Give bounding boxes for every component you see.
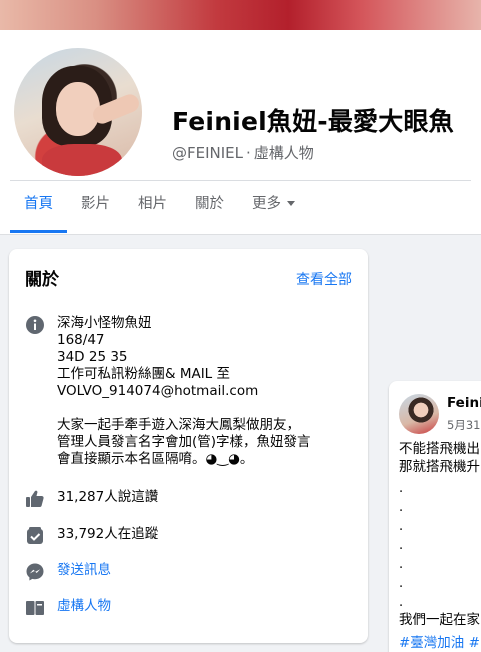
page-category[interactable]: 虛構人物 <box>254 144 314 162</box>
followers-count: 33,792人在追蹤 <box>57 526 159 542</box>
post-dot: . <box>399 538 404 553</box>
profile-avatar[interactable] <box>10 44 146 180</box>
likes-row: 31,287人說這讚 <box>25 489 158 509</box>
post-avatar[interactable] <box>399 394 439 434</box>
description-line: 大家一起手牽手遊入深海大鳳梨做朋友， <box>57 417 300 433</box>
separator: · <box>246 144 251 162</box>
post-card: Feiniel 5月31 不能搭飛機出 那就搭飛機升 . . . . . . .… <box>389 381 481 652</box>
thumbs-up-icon <box>25 489 45 509</box>
post-text-line: 不能搭飛機出 <box>399 441 480 457</box>
description-row: 大家一起手牽手遊入深海大鳳梨做朋友， 管理人員發言名字會加(管)字樣，魚妞發言 … <box>57 417 311 468</box>
description-line: 會直接顯示本名區隔唷。◕‿◕。 <box>57 451 254 467</box>
messenger-icon <box>25 562 45 582</box>
message-row[interactable]: 發送訊息 <box>25 562 111 582</box>
post-dot: . <box>399 481 404 496</box>
intro-line: 深海小怪物魚妞 <box>57 315 152 331</box>
category-link[interactable]: 虛構人物 <box>57 598 111 615</box>
page-subtitle: @FEINIEL · 虛構人物 <box>172 142 314 163</box>
post-date[interactable]: 5月31 <box>447 417 480 433</box>
header-divider <box>10 180 471 181</box>
category-row[interactable]: 虛構人物 <box>25 598 111 618</box>
intro-line: VOLVO_914074@hotmail.com <box>57 383 259 399</box>
see-all-link[interactable]: 查看全部 <box>296 269 352 289</box>
about-title: 關於 <box>25 270 59 290</box>
cover-photo[interactable] <box>0 0 481 30</box>
intro-line: 工作可私訊粉絲團& MAIL 至 <box>57 366 230 382</box>
likes-count: 31,287人說這讚 <box>57 489 159 505</box>
page-handle[interactable]: @FEINIEL <box>172 144 243 162</box>
description-line: 管理人員發言名字會加(管)字樣，魚妞發言 <box>57 434 311 450</box>
followers-row: 33,792人在追蹤 <box>25 526 158 546</box>
chevron-down-icon <box>287 200 295 206</box>
tab-home[interactable]: 首頁 <box>10 185 67 233</box>
post-text-line: 那就搭飛機升 <box>399 459 480 475</box>
book-icon <box>25 598 45 618</box>
tab-about[interactable]: 關於 <box>181 185 238 233</box>
post-author[interactable]: Feiniel <box>447 395 481 411</box>
post-dot: . <box>399 500 404 515</box>
intro-line: 168/47 <box>57 332 105 348</box>
send-message-link[interactable]: 發送訊息 <box>57 562 111 579</box>
intro-row: 深海小怪物魚妞 168/47 34D 25 35 工作可私訊粉絲團& MAIL … <box>25 315 258 400</box>
post-hashtags[interactable]: #臺灣加油 # <box>399 631 480 651</box>
post-dot: . <box>399 595 404 610</box>
post-text-line: 我們一起在家 <box>399 612 480 628</box>
intro-line: 34D 25 35 <box>57 349 128 365</box>
page-tabs: 首頁 影片 相片 關於 更多 <box>10 185 309 233</box>
post-dot: . <box>399 519 404 534</box>
tab-videos[interactable]: 影片 <box>67 185 124 233</box>
tab-more[interactable]: 更多 <box>238 185 309 233</box>
page-title: Feiniel魚妞-最愛大眼魚 <box>172 107 454 136</box>
page-header: Feiniel魚妞-最愛大眼魚 @FEINIEL · 虛構人物 首頁 影片 相片 關… <box>0 30 481 235</box>
about-card: 關於 查看全部 深海小怪物魚妞 168/47 34D 25 35 工作可私訊粉絲… <box>9 249 368 643</box>
post-dot: . <box>399 557 404 572</box>
info-icon <box>25 315 45 335</box>
tab-photos[interactable]: 相片 <box>124 185 181 233</box>
post-dot: . <box>399 576 404 591</box>
follow-check-icon <box>25 526 45 546</box>
